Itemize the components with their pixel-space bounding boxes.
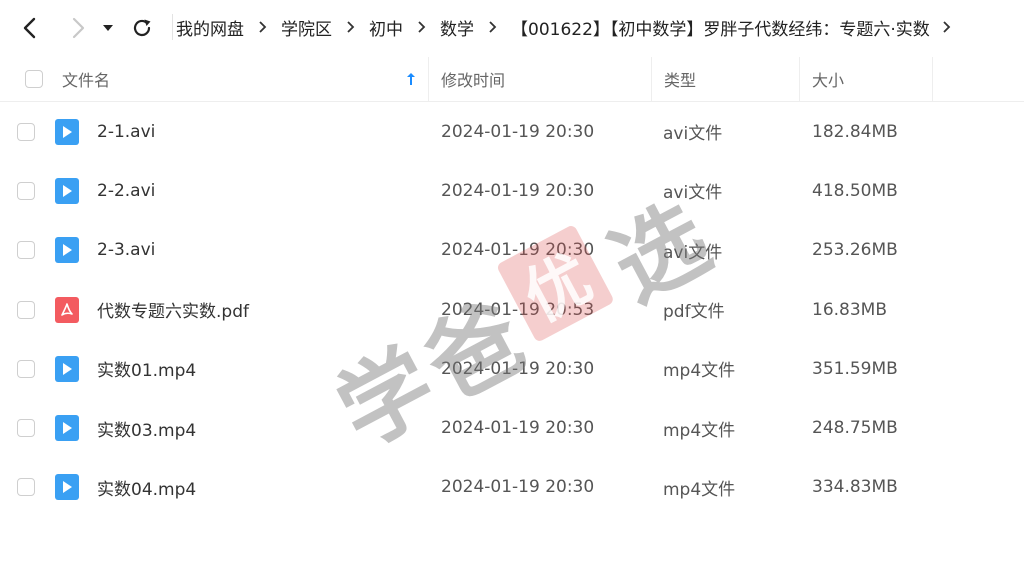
file-modified: 2024-01-19 20:30 [441,240,595,261]
file-row[interactable]: 实数01.mp4 2024-01-19 20:30 mp4文件 351.59MB [0,339,1024,398]
refresh-button[interactable] [128,14,156,42]
column-header-type[interactable]: 类型 [664,57,696,101]
file-row[interactable]: 实数03.mp4 2024-01-19 20:30 mp4文件 248.75MB [0,398,1024,457]
breadcrumb: 我的网盘 学院区 初中 数学 【001622】【初中数学】罗胖子代数经纬：专题六… [176,12,965,42]
chevron-right-icon [258,20,267,34]
row-checkbox[interactable] [17,241,35,260]
file-name[interactable]: 2-1.avi [97,102,155,161]
file-size: 334.83MB [812,477,898,498]
file-type: avi文件 [663,124,723,145]
row-checkbox[interactable] [17,419,35,438]
file-row[interactable]: 2-2.avi 2024-01-19 20:30 avi文件 418.50MB [0,161,1024,220]
column-header-modified-label: 修改时间 [441,71,506,90]
video-file-icon [55,237,79,264]
file-modified: 2024-01-19 20:30 [441,358,595,379]
file-size: 248.75MB [812,418,898,439]
file-row[interactable]: 2-3.avi 2024-01-19 20:30 avi文件 253.26MB [0,221,1024,280]
chevron-right-icon [488,20,497,34]
file-row[interactable]: 代数专题六实数.pdf 2024-01-19 20:53 pdf文件 16.83… [0,280,1024,339]
forward-button[interactable] [64,14,92,42]
file-modified: 2024-01-19 20:30 [441,477,595,498]
chevron-right-icon [72,17,85,39]
select-all-checkbox[interactable] [25,57,43,101]
column-header-modified[interactable]: 修改时间 [441,57,505,101]
pdf-file-icon [55,296,79,323]
file-modified: 2024-01-19 20:53 [441,299,595,320]
breadcrumb-item-current-folder[interactable]: 【001622】【初中数学】罗胖子代数经纬：专题六·实数 [511,15,930,40]
row-checkbox[interactable] [17,300,35,319]
file-size: 418.50MB [812,180,898,201]
file-type: avi文件 [663,242,723,263]
column-divider [428,57,429,101]
file-row[interactable]: 实数04.mp4 2024-01-19 20:30 mp4文件 334.83MB [0,458,1024,517]
column-divider [932,57,933,101]
chevron-right-icon [417,20,426,34]
refresh-icon [133,19,151,37]
video-file-icon [55,415,79,442]
chevron-left-icon [23,17,36,39]
file-size: 182.84MB [812,121,898,142]
file-name[interactable]: 代数专题六实数.pdf [97,280,249,339]
video-file-icon [55,118,79,145]
breadcrumb-item-junior-high[interactable]: 初中 [369,15,403,40]
file-name[interactable]: 实数03.mp4 [97,398,196,457]
column-header-type-label: 类型 [664,71,697,90]
file-modified: 2024-01-19 20:30 [441,418,595,439]
history-dropdown-button[interactable] [98,14,118,42]
file-type: mp4文件 [663,479,736,500]
column-divider [799,57,800,101]
file-type: pdf文件 [663,302,725,323]
caret-down-icon [103,25,113,31]
row-checkbox[interactable] [17,122,35,141]
column-header-name-label: 文件名 [62,71,111,90]
row-checkbox[interactable] [17,359,35,378]
file-type: mp4文件 [663,420,736,441]
file-name[interactable]: 实数01.mp4 [97,339,196,398]
column-header-size-label: 大小 [812,71,845,90]
column-divider [651,57,652,101]
breadcrumb-item-academy[interactable]: 学院区 [281,15,332,40]
column-header-name[interactable]: 文件名 [62,57,110,101]
video-file-icon [55,177,79,204]
file-name[interactable]: 2-3.avi [97,221,155,280]
file-list-header: 文件名 修改时间 类型 大小 [0,57,1024,102]
file-list: 2-1.avi 2024-01-19 20:30 avi文件 182.84MB … [0,102,1024,517]
file-type: avi文件 [663,183,723,204]
column-header-size[interactable]: 大小 [812,57,844,101]
file-type: mp4文件 [663,361,736,382]
file-modified: 2024-01-19 20:30 [441,121,595,142]
file-name[interactable]: 实数04.mp4 [97,458,196,517]
row-checkbox[interactable] [17,478,35,497]
video-file-icon [55,474,79,501]
file-size: 351.59MB [812,358,898,379]
sort-ascending-arrow-icon[interactable] [406,57,416,101]
file-modified: 2024-01-19 20:30 [441,180,595,201]
chevron-right-icon [346,20,355,34]
toolbar: 我的网盘 学院区 初中 数学 【001622】【初中数学】罗胖子代数经纬：专题六… [0,0,1024,56]
file-name[interactable]: 2-2.avi [97,161,155,220]
toolbar-divider [172,14,173,40]
checkbox[interactable] [25,70,43,88]
breadcrumb-more-chevron-icon[interactable] [942,20,951,34]
breadcrumb-item-my-drive[interactable]: 我的网盘 [176,15,244,40]
back-button[interactable] [16,14,44,42]
file-size: 16.83MB [812,299,887,320]
row-checkbox[interactable] [17,181,35,200]
breadcrumb-item-math[interactable]: 数学 [440,15,474,40]
file-row[interactable]: 2-1.avi 2024-01-19 20:30 avi文件 182.84MB [0,102,1024,161]
file-size: 253.26MB [812,240,898,261]
video-file-icon [55,355,79,382]
